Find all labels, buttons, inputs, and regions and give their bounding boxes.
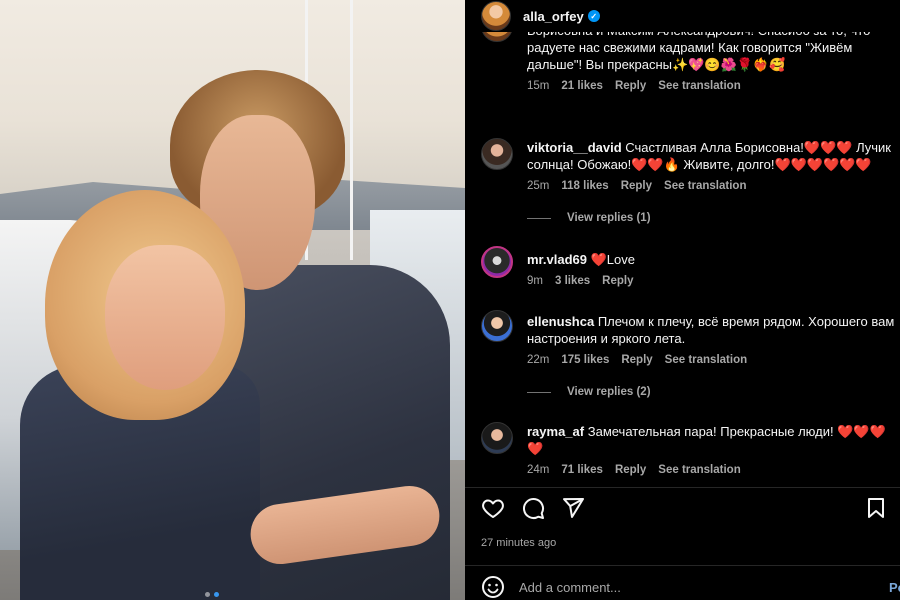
comment-time: 25m xyxy=(527,180,550,192)
comment-meta: 9m 3 likes Reply xyxy=(527,275,633,287)
reply-button[interactable]: Reply xyxy=(615,464,646,476)
add-comment-bar: Po xyxy=(481,575,900,599)
comment-time: 22m xyxy=(527,354,550,366)
reply-button[interactable]: Reply xyxy=(621,354,652,366)
post-header: alla_orfey ✓ xyxy=(465,0,900,32)
author-avatar[interactable] xyxy=(481,1,511,31)
comment-text: ellenushca Плечом к плечу, всё время ряд… xyxy=(527,313,897,347)
post-actions xyxy=(481,496,585,520)
comment-meta: 15m 21 likes Reply See translation xyxy=(527,80,741,92)
comment-text: Борисовна и Максим Александрович! Спасиб… xyxy=(527,32,870,72)
reply-button[interactable]: Reply xyxy=(615,80,646,92)
comment-body: ❤️Love xyxy=(590,252,636,267)
commenter-avatar[interactable] xyxy=(481,246,513,278)
comment-likes[interactable]: 3 likes xyxy=(555,275,590,287)
verified-badge-icon: ✓ xyxy=(587,10,600,22)
reply-button[interactable]: Reply xyxy=(602,275,633,287)
comment-text: mr.vlad69 ❤️Love xyxy=(527,251,897,268)
comment-icon[interactable] xyxy=(521,496,545,520)
divider xyxy=(465,565,900,566)
comment-time: 24m xyxy=(527,464,550,476)
carousel-dot[interactable] xyxy=(205,592,210,597)
see-translation-button[interactable]: See translation xyxy=(658,464,740,476)
comment-meta: 22m 175 likes Reply See translation xyxy=(527,354,747,366)
carousel-dots[interactable] xyxy=(205,592,219,597)
post-sidebar: alla_orfey ✓ Борисовна и Максим Александ… xyxy=(465,0,900,600)
comment-likes[interactable]: 118 likes xyxy=(561,180,608,192)
view-replies-button[interactable]: View replies (2) xyxy=(527,386,651,398)
see-translation-button[interactable]: See translation xyxy=(658,80,740,92)
comment-username[interactable]: ellenushca xyxy=(527,314,594,329)
comment-meta: 25m 118 likes Reply See translation xyxy=(527,180,746,192)
carousel-dot-active[interactable] xyxy=(214,592,219,597)
commenter-avatar[interactable] xyxy=(481,138,513,170)
divider xyxy=(465,487,900,488)
post-comment-button[interactable]: Po xyxy=(889,580,900,595)
author-username[interactable]: alla_orfey xyxy=(523,9,584,24)
emoji-icon[interactable] xyxy=(481,575,505,599)
comments-list: Борисовна и Максим Александрович! Спасиб… xyxy=(465,32,900,487)
heart-icon[interactable] xyxy=(481,496,505,520)
commenter-avatar[interactable] xyxy=(481,32,513,42)
photo-woman xyxy=(20,190,280,600)
comment-time: 15m xyxy=(527,80,550,92)
post-timestamp: 27 minutes ago xyxy=(481,537,557,549)
commenter-avatar[interactable] xyxy=(481,310,513,342)
comment-username[interactable]: rayma_af xyxy=(527,424,584,439)
comment-likes[interactable]: 175 likes xyxy=(561,354,609,366)
comment-username[interactable]: viktoria__david xyxy=(527,140,622,155)
view-replies-button[interactable]: View replies (1) xyxy=(527,212,651,224)
comment-likes[interactable]: 71 likes xyxy=(561,464,603,476)
comment-input[interactable] xyxy=(519,579,859,595)
see-translation-button[interactable]: See translation xyxy=(664,180,746,192)
comment-likes[interactable]: 21 likes xyxy=(561,80,603,92)
comment-text: rayma_af Замечательная пара! Прекрасные … xyxy=(527,423,897,457)
comment-text: viktoria__david Счастливая Алла Борисовн… xyxy=(527,139,897,173)
reply-button[interactable]: Reply xyxy=(621,180,652,192)
commenter-avatar[interactable] xyxy=(481,422,513,454)
comment-meta: 24m 71 likes Reply See translation xyxy=(527,464,741,476)
share-icon[interactable] xyxy=(561,496,585,520)
comment-time: 9m xyxy=(527,275,543,287)
post-photo[interactable] xyxy=(0,0,465,600)
bookmark-icon[interactable] xyxy=(864,496,888,520)
comment-username[interactable]: mr.vlad69 xyxy=(527,252,587,267)
see-translation-button[interactable]: See translation xyxy=(665,354,747,366)
